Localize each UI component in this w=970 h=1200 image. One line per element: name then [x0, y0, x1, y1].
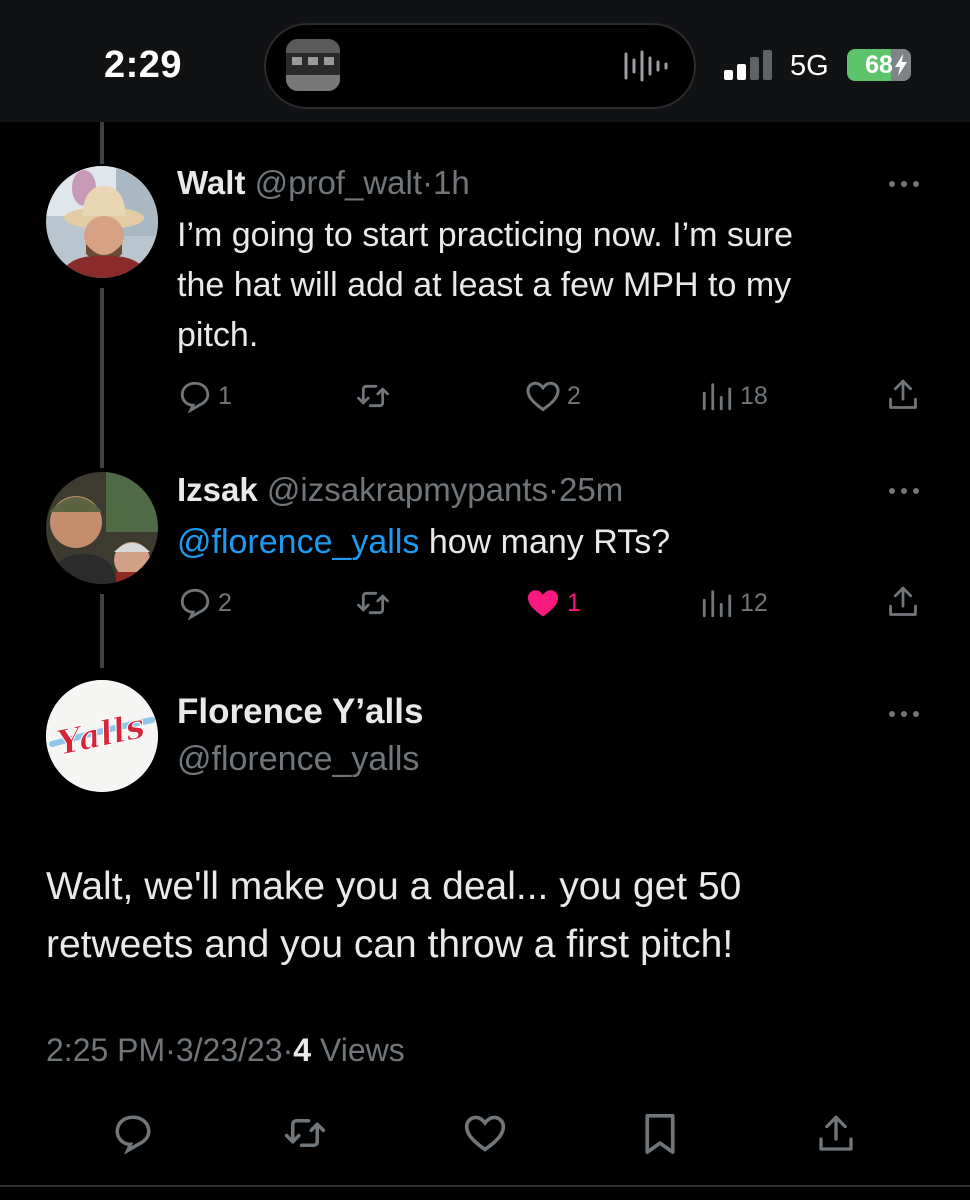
tweet-text-line: pitch.	[177, 316, 259, 354]
views-label[interactable]: Views	[311, 1032, 405, 1068]
tweet-text: Walt, we'll make you a deal... you get 5…	[46, 858, 926, 974]
more-icon[interactable]	[889, 711, 921, 719]
audio-wave-icon	[624, 50, 668, 82]
share-icon	[889, 586, 917, 616]
status-bar: 2:29 5G 68	[0, 0, 970, 122]
views-icon	[702, 590, 732, 618]
tweet-text-line: Walt, we'll make you a deal... you get 5…	[46, 865, 742, 908]
meta-separator: ·	[282, 1032, 294, 1068]
views-button[interactable]: 18	[700, 379, 768, 413]
retweet-icon	[357, 591, 389, 615]
dynamic-island[interactable]	[264, 23, 696, 109]
avatar[interactable]	[46, 166, 158, 278]
like-icon[interactable]	[463, 1112, 507, 1154]
status-time: 2:29	[104, 44, 183, 86]
more-icon[interactable]	[889, 488, 921, 496]
meta-separator: ·	[165, 1032, 176, 1068]
avatar[interactable]: Yalls	[46, 680, 158, 792]
tweet-timestamp: 2:25 PM·3/23/23·4 Views	[46, 1032, 405, 1069]
retweet-button[interactable]	[355, 586, 391, 620]
like-count: 2	[567, 381, 581, 410]
share-icon[interactable]	[816, 1112, 856, 1156]
mention-link[interactable]: @florence_yalls	[177, 523, 419, 561]
like-count: 1	[567, 588, 581, 617]
media-thumbnail	[286, 39, 340, 91]
views-button[interactable]: 12	[700, 586, 768, 620]
reply-icon	[180, 381, 210, 413]
tweet-text-line: I’m going to start practicing now. I’m s…	[177, 216, 794, 254]
more-icon[interactable]	[889, 181, 921, 189]
thread-line	[100, 122, 104, 164]
retweet-button[interactable]	[355, 379, 391, 413]
reply-count: 1	[218, 381, 232, 410]
tweet-header: Izsak @izsakrapmypants·25m	[177, 471, 623, 509]
meta-separator: ·	[422, 164, 434, 201]
views-count: 12	[740, 588, 768, 617]
avatar[interactable]	[46, 472, 158, 584]
thread-line	[100, 288, 104, 468]
tweet-text: @florence_yalls how many RTs?	[177, 517, 937, 567]
retweet-icon	[357, 384, 389, 408]
tweet-text-line: the hat will add at least a few MPH to m…	[177, 266, 792, 304]
views-count[interactable]: 4	[293, 1032, 311, 1068]
views-count: 18	[740, 381, 768, 410]
author-name[interactable]: Florence Y’alls	[177, 692, 423, 732]
share-button[interactable]	[886, 584, 920, 620]
divider	[0, 1185, 970, 1187]
tweet-time[interactable]: 1h	[433, 164, 470, 201]
like-button[interactable]: 2	[525, 379, 581, 413]
like-icon	[526, 381, 560, 412]
charging-bolt-icon	[895, 54, 907, 76]
tweet-text-content: how many RTs?	[419, 523, 671, 561]
author-name[interactable]: Walt	[177, 164, 245, 201]
tweet-text: I’m going to start practicing now. I’m s…	[177, 210, 937, 360]
network-type: 5G	[790, 50, 829, 82]
like-icon	[528, 590, 558, 617]
reply-count: 2	[218, 588, 232, 617]
reply-button[interactable]: 2	[178, 586, 232, 620]
share-button[interactable]	[886, 377, 920, 413]
bookmark-icon[interactable]	[640, 1112, 680, 1156]
reply-icon	[180, 588, 210, 620]
tweet-text-line: retweets and you can throw a first pitch…	[46, 923, 734, 966]
author-handle[interactable]: @izsakrapmypants	[267, 471, 548, 508]
thread-line	[100, 594, 104, 668]
meta-separator: ·	[548, 471, 560, 508]
tweet-date: 3/23/23	[175, 1032, 283, 1068]
battery-indicator: 68	[847, 49, 911, 81]
like-button[interactable]: 1	[525, 586, 581, 620]
tweet-time: 2:25 PM	[46, 1032, 166, 1068]
share-icon	[889, 379, 917, 409]
author-handle[interactable]: @prof_walt	[255, 164, 422, 201]
author-name[interactable]: Izsak	[177, 471, 258, 508]
reply-button[interactable]: 1	[178, 379, 232, 413]
views-icon	[702, 383, 732, 411]
reply-icon[interactable]	[112, 1112, 154, 1154]
retweet-icon[interactable]	[282, 1112, 328, 1154]
cellular-signal-icon	[724, 50, 772, 80]
author-handle[interactable]: @florence_yalls	[177, 740, 419, 779]
tweet-time[interactable]: 25m	[559, 471, 623, 508]
battery-level: 68	[865, 50, 893, 79]
tweet-header: Walt @prof_walt·1h	[177, 164, 470, 202]
